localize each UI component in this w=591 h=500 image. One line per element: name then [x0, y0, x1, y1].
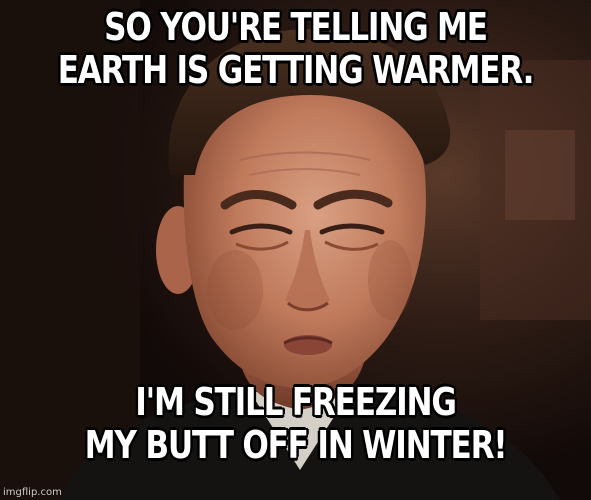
meme-image: SO YOU'RE TELLING ME EARTH IS GETTING WA… — [0, 0, 591, 500]
top-caption-line-1: SO YOU'RE TELLING ME — [104, 5, 488, 49]
top-caption-line-2: EARTH IS GETTING WARMER. — [57, 48, 535, 92]
bottom-caption-line-1: I'M STILL FREEZING — [135, 380, 457, 424]
bottom-caption-line-2: MY BUTT OFF IN WINTER! — [84, 423, 508, 467]
bottom-caption: I'M STILL FREEZING MY BUTT OFF IN WINTER… — [53, 381, 538, 467]
imgflip-watermark: imgflip.com — [3, 487, 62, 498]
top-caption: SO YOU'RE TELLING ME EARTH IS GETTING WA… — [53, 6, 538, 92]
